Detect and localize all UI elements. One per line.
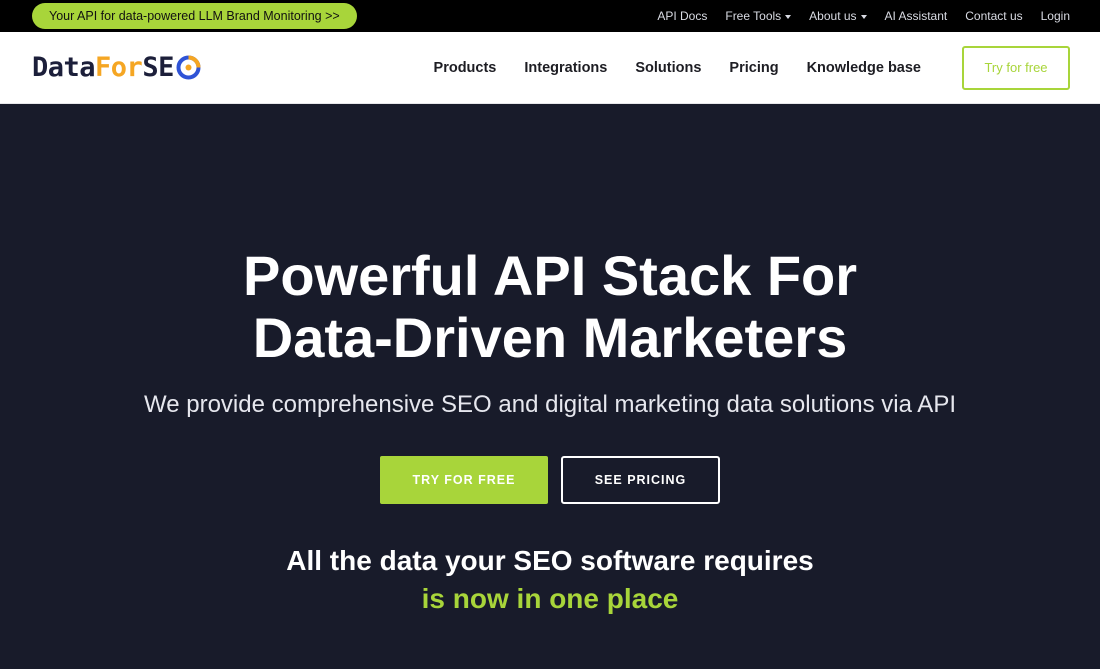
top-link-ai-assistant[interactable]: AI Assistant bbox=[885, 9, 948, 23]
hero-title-line-1: Powerful API Stack For bbox=[242, 244, 858, 307]
hero-section: Powerful API Stack For Data-Driven Marke… bbox=[0, 105, 1100, 669]
logo-o-mark-icon bbox=[176, 55, 201, 80]
nav-item-products[interactable]: Products bbox=[434, 60, 497, 76]
hero-title-line-2: Data-Driven Marketers bbox=[252, 306, 848, 369]
hero-see-pricing-label: SEE PRICING bbox=[594, 473, 687, 487]
main-navbar: Data For SE Products Integrations Soluti… bbox=[0, 32, 1100, 104]
top-link-api-docs[interactable]: API Docs bbox=[657, 9, 707, 23]
nav-item-pricing[interactable]: Pricing bbox=[729, 60, 778, 76]
hero-tagline-line-2: is now in one place bbox=[421, 583, 679, 614]
hero-title: Powerful API Stack For Data-Driven Marke… bbox=[0, 245, 1100, 369]
nav-menu: Products Integrations Solutions Pricing … bbox=[434, 60, 921, 76]
try-for-free-button[interactable]: Try for free bbox=[962, 45, 1070, 90]
top-link-contact-us-label: Contact us bbox=[965, 9, 1023, 23]
hero-tagline-line-1: All the data your SEO software requires bbox=[286, 545, 814, 576]
top-link-free-tools-label: Free Tools bbox=[725, 9, 782, 23]
nav-item-knowledge-base[interactable]: Knowledge base bbox=[807, 60, 921, 76]
top-link-ai-assistant-label: AI Assistant bbox=[884, 9, 948, 23]
top-link-api-docs-label: API Docs bbox=[657, 9, 708, 23]
logo-text-data: Data bbox=[32, 52, 96, 83]
hero-see-pricing-button[interactable]: SEE PRICING bbox=[561, 456, 720, 504]
dataforseo-logo[interactable]: Data For SE bbox=[32, 52, 201, 83]
logo-text-se: SE bbox=[142, 52, 174, 83]
top-link-contact-us[interactable]: Contact us bbox=[965, 9, 1022, 23]
nav-item-integrations[interactable]: Integrations bbox=[524, 60, 607, 76]
nav-item-solutions[interactable]: Solutions bbox=[635, 60, 701, 76]
caret-down-icon bbox=[785, 14, 792, 19]
try-for-free-label: Try for free bbox=[984, 60, 1048, 75]
hero-try-for-free-button[interactable]: TRY FOR FREE bbox=[380, 456, 548, 504]
hero-cta-row: TRY FOR FREE SEE PRICING bbox=[0, 456, 1100, 504]
top-bar: Your API for data-powered LLM Brand Moni… bbox=[0, 0, 1100, 32]
top-links: API Docs Free Tools About us AI Assistan… bbox=[657, 9, 1070, 23]
top-link-free-tools[interactable]: Free Tools bbox=[725, 9, 792, 23]
promo-banner-text: Your API for data-powered LLM Brand Moni… bbox=[49, 9, 340, 23]
logo-text-for: For bbox=[95, 52, 143, 83]
top-link-about-us-label: About us bbox=[809, 9, 857, 23]
caret-down-icon bbox=[860, 14, 867, 19]
hero-try-for-free-label: TRY FOR FREE bbox=[412, 473, 516, 487]
hero-subtitle: We provide comprehensive SEO and digital… bbox=[144, 391, 956, 418]
top-link-login[interactable]: Login bbox=[1041, 9, 1070, 23]
top-link-about-us[interactable]: About us bbox=[809, 9, 867, 23]
promo-banner-link[interactable]: Your API for data-powered LLM Brand Moni… bbox=[32, 3, 357, 29]
top-link-login-label: Login bbox=[1040, 9, 1070, 23]
